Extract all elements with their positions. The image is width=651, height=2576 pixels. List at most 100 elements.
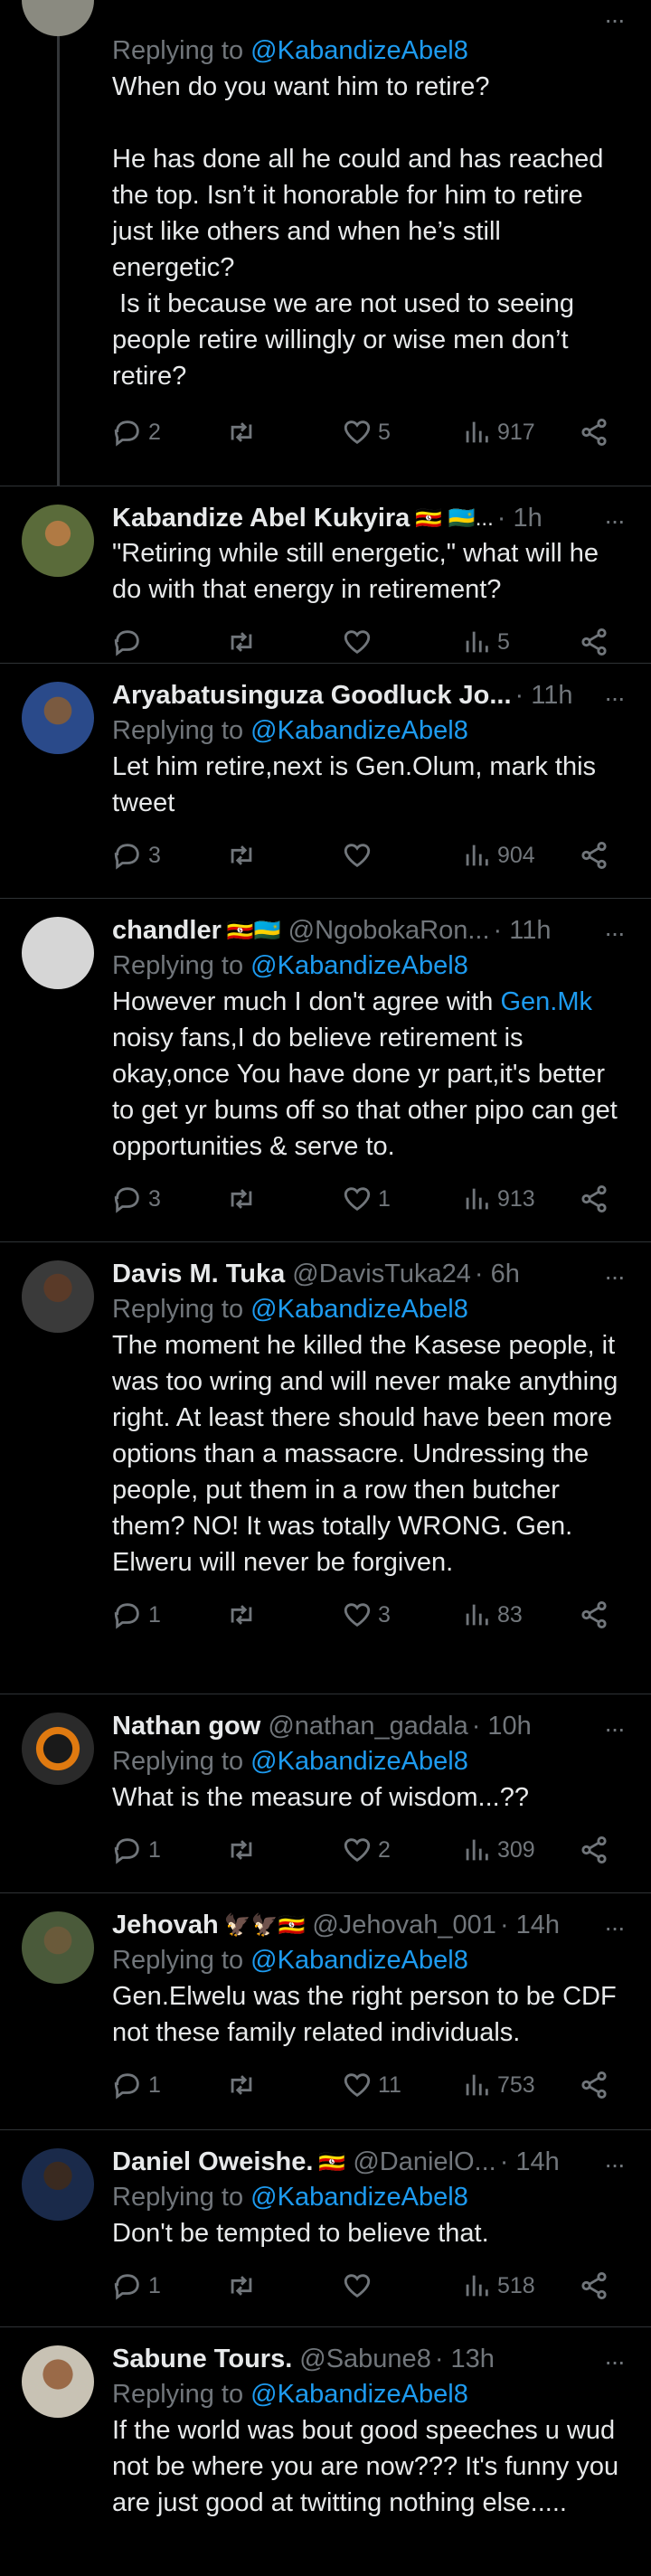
views-button[interactable]: 904 xyxy=(461,837,535,873)
author-handle[interactable]: @NgobokaRon... xyxy=(288,916,490,946)
more-icon[interactable]: ··· xyxy=(604,1716,626,1741)
views-button[interactable]: 917 xyxy=(461,414,535,450)
reply-button[interactable]: 1 xyxy=(112,2067,161,2103)
author-handle[interactable]: @Jehovah_001 xyxy=(312,1911,496,1940)
timestamp[interactable]: · 11h xyxy=(494,916,552,946)
reply-button[interactable]: 2 xyxy=(112,414,161,450)
tweet-3[interactable]: ··· chandler 🇺🇬🇷🇼 @NgobokaRon... · 11h R… xyxy=(0,899,651,1242)
tweet-0[interactable]: ··· Replying to @KabandizeAbel8 When do … xyxy=(0,0,651,486)
more-icon[interactable]: ··· xyxy=(604,1264,626,1289)
reply-button[interactable]: 1 xyxy=(112,1832,161,1868)
avatar[interactable] xyxy=(22,2148,94,2221)
action-bar: 2 5 917 xyxy=(112,414,626,450)
retweet-button[interactable] xyxy=(226,1832,262,1868)
tweet-8[interactable]: ··· Sabune Tours. @Sabune8 · 13h Replyin… xyxy=(0,2327,651,2576)
timestamp[interactable]: · 13h xyxy=(435,2345,495,2374)
views-button[interactable]: 5 xyxy=(461,624,510,660)
share-button[interactable] xyxy=(579,837,609,873)
timestamp[interactable]: · 10h xyxy=(472,1712,532,1741)
timestamp[interactable]: · 14h xyxy=(500,2147,560,2177)
timestamp[interactable]: · 6h xyxy=(475,1260,520,1289)
retweet-button[interactable] xyxy=(226,2268,262,2304)
avatar[interactable] xyxy=(22,682,94,754)
retweet-button[interactable] xyxy=(226,1181,262,1217)
more-icon[interactable]: ··· xyxy=(604,7,626,33)
author-handle[interactable]: @DanielO... xyxy=(353,2147,495,2177)
tweet-7[interactable]: ··· Daniel Oweishe. 🇺🇬 @DanielO... · 14h… xyxy=(0,2130,651,2327)
avatar[interactable] xyxy=(22,1713,94,1785)
views-button[interactable]: 753 xyxy=(461,2067,535,2103)
views-button[interactable]: 309 xyxy=(461,1832,535,1868)
retweet-button[interactable] xyxy=(226,1597,262,1633)
reply-button[interactable]: 3 xyxy=(112,837,161,873)
tweet-4[interactable]: ··· Davis M. Tuka @DavisTuka24 · 6h Repl… xyxy=(0,1242,651,1694)
like-button[interactable]: 5 xyxy=(342,414,391,450)
share-button[interactable] xyxy=(579,2268,609,2304)
reply-button[interactable]: 1 xyxy=(112,2268,161,2304)
avatar[interactable] xyxy=(22,0,94,36)
reply-button[interactable]: 3 xyxy=(112,1181,161,1217)
more-icon[interactable]: ··· xyxy=(604,685,626,711)
retweet-button[interactable] xyxy=(226,2067,262,2103)
views-button[interactable]: 518 xyxy=(461,2268,535,2304)
author-handle[interactable]: @Sabune8 xyxy=(299,2345,431,2374)
author-handle[interactable]: @nathan_gadala xyxy=(268,1712,467,1741)
like-button[interactable]: 2 xyxy=(342,1832,391,1868)
share-button[interactable] xyxy=(579,2067,609,2103)
tweet-5[interactable]: ··· Nathan gow @nathan_gadala · 10h Repl… xyxy=(0,1694,651,1893)
replying-to-link[interactable]: @KabandizeAbel8 xyxy=(250,1946,468,1975)
replying-to-link[interactable]: @KabandizeAbel8 xyxy=(250,1747,468,1776)
like-button[interactable]: 1 xyxy=(342,1181,391,1217)
author-name[interactable]: Nathan gow xyxy=(112,1712,260,1741)
avatar[interactable] xyxy=(22,2345,94,2418)
more-icon[interactable]: ··· xyxy=(604,2152,626,2177)
replying-to-link[interactable]: @KabandizeAbel8 xyxy=(250,2183,468,2212)
share-button[interactable] xyxy=(579,624,609,660)
more-icon[interactable]: ··· xyxy=(604,920,626,946)
views-button[interactable]: 83 xyxy=(461,1597,523,1633)
author-name[interactable]: Jehovah xyxy=(112,1911,219,1940)
views-button[interactable]: 913 xyxy=(461,1181,535,1217)
tweet-6[interactable]: ··· Jehovah 🦅🦅🇺🇬 @Jehovah_001 · 14h Repl… xyxy=(0,1893,651,2130)
like-button[interactable] xyxy=(342,2268,378,2304)
replying-to-link[interactable]: @KabandizeAbel8 xyxy=(250,716,468,745)
avatar[interactable] xyxy=(22,1911,94,1984)
share-button[interactable] xyxy=(579,414,609,450)
replying-to-link[interactable]: @KabandizeAbel8 xyxy=(250,951,468,980)
like-button[interactable] xyxy=(342,837,378,873)
tweet-2[interactable]: ··· Aryabatusinguza Goodluck Jo... · 11h… xyxy=(0,664,651,899)
retweet-button[interactable] xyxy=(226,837,262,873)
author-name[interactable]: chandler xyxy=(112,916,222,946)
reply-button[interactable]: 1 xyxy=(112,1597,161,1633)
tweet-1[interactable]: ··· Kabandize Abel Kukyira 🇺🇬 🇷🇼... · 1h… xyxy=(0,486,651,664)
author-name[interactable]: Kabandize Abel Kukyira xyxy=(112,504,410,533)
author-name[interactable]: Sabune Tours. xyxy=(112,2345,292,2374)
like-button[interactable]: 3 xyxy=(342,1597,391,1633)
avatar[interactable] xyxy=(22,505,94,577)
retweet-icon xyxy=(231,845,252,865)
author-name[interactable]: Davis M. Tuka xyxy=(112,1260,285,1289)
avatar[interactable] xyxy=(22,1260,94,1333)
share-button[interactable] xyxy=(579,1597,609,1633)
author-name[interactable]: Aryabatusinguza Goodluck Jo... xyxy=(112,681,512,711)
replying-to-link[interactable]: @KabandizeAbel8 xyxy=(250,2380,468,2409)
author-name[interactable]: Daniel Oweishe. xyxy=(112,2147,313,2177)
replying-to-link[interactable]: @KabandizeAbel8 xyxy=(250,36,468,65)
timestamp[interactable]: · 11h xyxy=(515,681,573,711)
more-icon[interactable]: ··· xyxy=(604,2349,626,2374)
retweet-button[interactable] xyxy=(226,414,262,450)
more-icon[interactable]: ··· xyxy=(604,1915,626,1940)
share-button[interactable] xyxy=(579,1832,609,1868)
like-button[interactable]: 11 xyxy=(342,2067,401,2103)
reply-button[interactable] xyxy=(112,624,148,660)
replying-to-link[interactable]: @KabandizeAbel8 xyxy=(250,1295,468,1324)
author-handle[interactable]: @DavisTuka24 xyxy=(292,1260,471,1289)
more-icon[interactable]: ··· xyxy=(604,508,626,533)
mention-link[interactable]: Gen.Mk xyxy=(500,987,592,1016)
avatar[interactable] xyxy=(22,917,94,989)
like-button[interactable] xyxy=(342,624,378,660)
timestamp[interactable]: · 1h xyxy=(497,504,542,533)
share-button[interactable] xyxy=(579,1181,609,1217)
retweet-button[interactable] xyxy=(226,624,262,660)
timestamp[interactable]: · 14h xyxy=(500,1911,560,1940)
